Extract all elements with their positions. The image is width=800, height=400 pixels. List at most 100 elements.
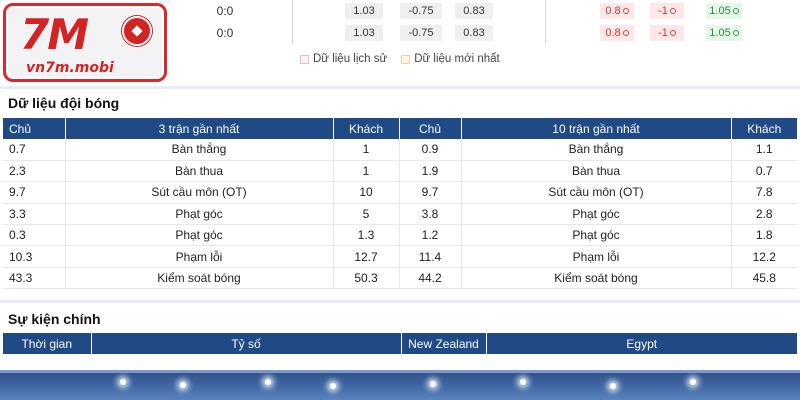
- stat-cell: 1.1: [730, 139, 797, 161]
- legend-history[interactable]: Dữ liệu lịch sử: [300, 53, 387, 65]
- stat-cell: 0.3: [3, 224, 65, 247]
- logo-domain: vn7m.mobi: [26, 60, 114, 76]
- odds-value[interactable]: 0.83: [455, 25, 493, 41]
- stat-label: Bàn thắng: [64, 139, 333, 161]
- logo-mark: 7M: [20, 10, 89, 59]
- stat-cell: 12.7: [332, 245, 399, 268]
- stat-label: Phạt góc: [460, 224, 731, 247]
- odds-live-value[interactable]: -1: [650, 3, 684, 19]
- stat-label: Phạm lỗi: [64, 245, 333, 268]
- floodlight-icon: [610, 383, 616, 389]
- stat-cell: 3.8: [398, 203, 461, 226]
- stat-cell: 3.3: [3, 203, 65, 226]
- divider: [292, 22, 293, 44]
- col-home: Chủ: [398, 118, 461, 139]
- stat-label: Phạt góc: [460, 203, 731, 226]
- stat-cell: 43.3: [3, 267, 65, 290]
- stat-cell: 12.2: [730, 245, 797, 268]
- stat-label: Bàn thua: [64, 160, 333, 183]
- odds-value[interactable]: 0.83: [455, 3, 493, 19]
- events-title: Sự kiện chính: [8, 311, 101, 327]
- stat-cell: 50.3: [332, 267, 399, 290]
- stat-cell: 2.8: [730, 203, 797, 226]
- odds-value[interactable]: -0.75: [400, 3, 442, 19]
- down-indicator-icon: [622, 8, 629, 15]
- table-row: 43.3 Kiểm soát bóng 50.3 44.2 Kiểm soát …: [3, 267, 797, 290]
- legend-history-swatch: [300, 54, 309, 64]
- stat-cell: 45.8: [730, 267, 797, 290]
- odds-value[interactable]: 1.03: [345, 3, 383, 19]
- odds-live-value[interactable]: 0.8: [600, 3, 634, 19]
- stat-label: Phạt góc: [64, 224, 333, 247]
- odds-live-text: 1.05: [709, 5, 731, 17]
- divider: [545, 22, 546, 44]
- col-away: Khách: [332, 118, 399, 139]
- table-header-row: Thời gian Tỷ số New Zealand Egypt: [3, 333, 797, 354]
- down-indicator-icon: [669, 30, 676, 37]
- down-indicator-icon: [669, 8, 676, 15]
- up-indicator-icon: [732, 8, 739, 15]
- stat-cell: 1.3: [332, 224, 399, 247]
- legend-latest-label: Dữ liệu mới nhất: [414, 53, 500, 65]
- table-row: 3.3 Phạt góc 5 3.8 Phạt góc 2.8: [3, 203, 797, 226]
- section-divider: [0, 300, 800, 303]
- team-data-table: Chủ 3 trận gần nhất Khách Chủ 10 trận gầ…: [3, 118, 797, 290]
- odds-value[interactable]: 1.03: [345, 25, 383, 41]
- odds-live-text: -1: [658, 5, 668, 17]
- stat-label: Sút cầu môn (OT): [460, 181, 731, 204]
- stat-label: Kiểm soát bóng: [64, 267, 333, 290]
- col-score: Tỷ số: [90, 333, 401, 354]
- site-logo: 7M vn7m.mobi: [3, 3, 167, 82]
- odds-live-text: 0.8: [605, 5, 621, 17]
- divider: [292, 0, 293, 22]
- odds-score: 0:0: [216, 4, 234, 18]
- table-row: 0.3 Phạt góc 1.3 1.2 Phạt góc 1.8: [3, 224, 797, 247]
- odds-live-value[interactable]: 1.05: [706, 25, 742, 41]
- stat-label: Phạm lỗi: [460, 245, 731, 268]
- floodlight-icon: [430, 381, 436, 387]
- floodlight-icon: [690, 379, 696, 385]
- stat-cell: 1.9: [398, 160, 461, 183]
- legend-latest[interactable]: Dữ liệu mới nhất: [401, 53, 500, 65]
- stat-label: Bàn thua: [460, 160, 731, 183]
- legend-latest-swatch: [401, 54, 411, 64]
- col-time: Thời gian: [3, 333, 91, 354]
- stat-cell: 9.7: [3, 181, 65, 204]
- stat-cell: 0.9: [398, 139, 461, 161]
- odds-value[interactable]: -0.75: [400, 25, 442, 41]
- floodlight-icon: [330, 383, 336, 389]
- col-home-team: New Zealand: [400, 333, 486, 354]
- stat-cell: 10.3: [3, 245, 65, 268]
- events-table: Thời gian Tỷ số New Zealand Egypt: [3, 333, 797, 354]
- col-last-10: 10 trận gần nhất: [460, 118, 731, 139]
- stat-cell: 0.7: [730, 160, 797, 183]
- stat-cell: 1: [332, 160, 399, 183]
- odds-live-text: 1.05: [709, 27, 731, 39]
- odds-live-text: 0.8: [605, 27, 621, 39]
- table-row: 0.7 Bàn thắng 1 0.9 Bàn thắng 1.1: [3, 139, 797, 161]
- stat-cell: 9.7: [398, 181, 461, 204]
- up-indicator-icon: [732, 30, 739, 37]
- col-away: Khách: [730, 118, 797, 139]
- stat-cell: 11.4: [398, 245, 461, 268]
- odds-score: 0:0: [216, 26, 234, 40]
- stat-cell: 1.2: [398, 224, 461, 247]
- odds-live-value[interactable]: 1.05: [706, 3, 742, 19]
- stat-cell: 1.8: [730, 224, 797, 247]
- table-row: 2.3 Bàn thua 1 1.9 Bàn thua 0.7: [3, 160, 797, 183]
- divider: [545, 0, 546, 22]
- floodlight-icon: [120, 379, 126, 385]
- stat-cell: 10: [332, 181, 399, 204]
- floodlight-icon: [180, 382, 186, 388]
- stat-cell: 5: [332, 203, 399, 226]
- stat-cell: 7.8: [730, 181, 797, 204]
- odds-live-value[interactable]: -1: [650, 25, 684, 41]
- stat-label: Bàn thắng: [460, 139, 731, 161]
- col-home: Chủ: [3, 118, 65, 139]
- stat-cell: 2.3: [3, 160, 65, 183]
- col-away-team: Egypt: [485, 333, 797, 354]
- table-row: 10.3 Phạm lỗi 12.7 11.4 Phạm lỗi 12.2: [3, 245, 797, 268]
- odds-live-value[interactable]: 0.8: [600, 25, 634, 41]
- down-indicator-icon: [622, 30, 629, 37]
- stat-label: Phạt góc: [64, 203, 333, 226]
